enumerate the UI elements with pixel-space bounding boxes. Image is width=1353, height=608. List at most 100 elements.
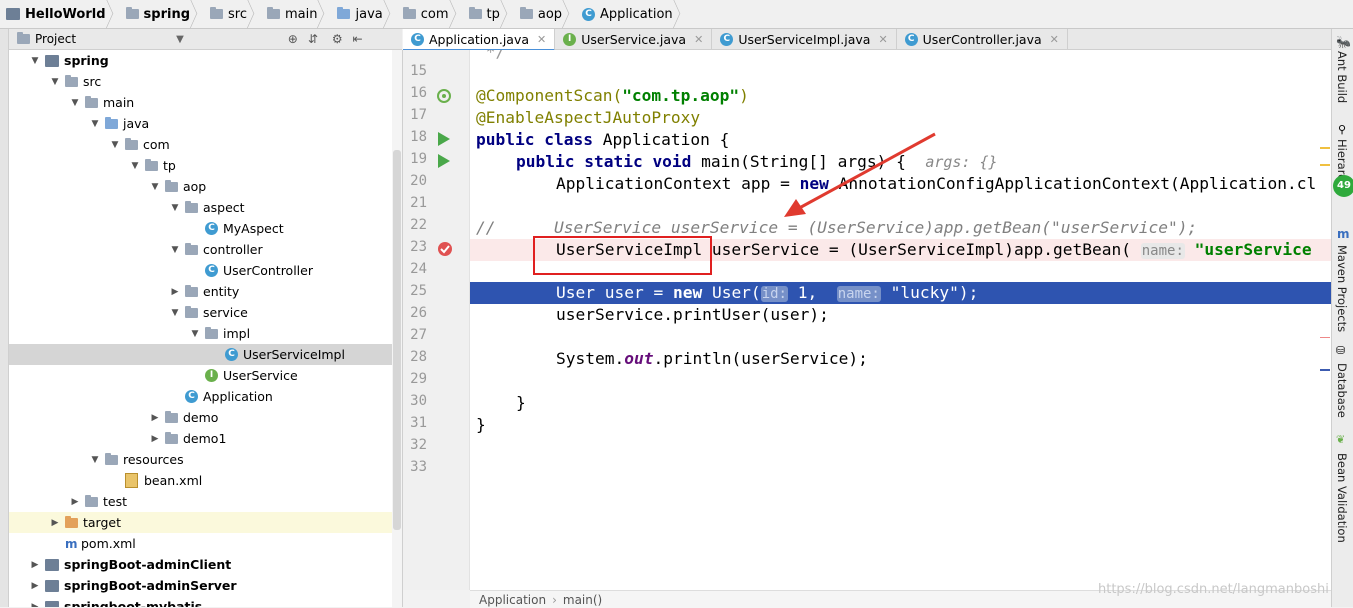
- tree-scrollbar-thumb[interactable]: [393, 150, 401, 530]
- close-icon[interactable]: ✕: [694, 33, 703, 46]
- collapse-icon[interactable]: ⇵: [308, 32, 318, 46]
- tree-item[interactable]: ▼ resources: [9, 449, 402, 470]
- tab-userservice-java[interactable]: I UserService.java ✕: [555, 29, 713, 49]
- tree-item[interactable]: m pom.xml: [9, 533, 402, 554]
- folder-icon: [468, 7, 482, 19]
- chevron-down-icon[interactable]: ▼: [49, 77, 61, 87]
- tab-usercontroller-java[interactable]: C UserController.java ✕: [897, 29, 1068, 49]
- tree-item[interactable]: ▶ entity: [9, 281, 402, 302]
- breakpoint-icon[interactable]: [437, 241, 453, 257]
- tree-item[interactable]: ▼ impl: [9, 323, 402, 344]
- chevron-down-icon[interactable]: ▼: [69, 98, 81, 108]
- close-icon[interactable]: ✕: [878, 33, 887, 46]
- editor-gutter[interactable]: 15 16 17 18 19 20 21 22 23 24 25 26 27 28 29 30 31 32 33: [403, 50, 470, 590]
- gear-icon[interactable]: ⚙: [332, 32, 343, 46]
- folder-icon: [185, 200, 198, 213]
- chevron-down-icon[interactable]: ▼: [189, 329, 201, 339]
- chevron-down-icon[interactable]: ▼: [29, 56, 41, 66]
- chevron-right-icon[interactable]: ▶: [149, 434, 161, 444]
- tab-userserviceimpl-java[interactable]: C UserServiceImpl.java ✕: [712, 29, 897, 49]
- tree-item[interactable]: ▼ aspect: [9, 197, 402, 218]
- breadcrumb-item-application[interactable]: C Application: [568, 0, 679, 28]
- tree-item[interactable]: C MyAspect: [9, 218, 402, 239]
- tree-item[interactable]: ▼ spring: [9, 50, 402, 71]
- tree-item[interactable]: ▼ controller: [9, 239, 402, 260]
- chevron-down-icon[interactable]: ▼: [129, 161, 141, 171]
- chevron-right-icon[interactable]: ▶: [29, 581, 41, 591]
- chevron-right-icon[interactable]: ▶: [29, 602, 41, 608]
- tool-ant-build[interactable]: Ant Build: [1335, 51, 1349, 103]
- right-tool-strip: 🐜 Ant Build ⚲ Hierarchy 49 m Maven Proje…: [1320, 29, 1353, 607]
- breadcrumb-item-aop[interactable]: aop: [506, 0, 568, 28]
- chevron-right-icon[interactable]: ▶: [49, 518, 61, 528]
- chevron-down-icon[interactable]: ▼: [169, 245, 181, 255]
- folder-icon: [85, 494, 98, 507]
- project-tree[interactable]: ▼ spring ▼ src ▼ main ▼ java ▼ com ▼ tp ▼ aop ▼ aspect C…: [9, 50, 403, 607]
- breadcrumb-item-src[interactable]: src: [196, 0, 253, 28]
- breadcrumb-item-main[interactable]: main: [253, 0, 323, 28]
- tree-item[interactable]: ▶ springBoot-adminClient: [9, 554, 402, 575]
- tab-application-java[interactable]: C Application.java ✕: [403, 29, 556, 51]
- error-stripe-error[interactable]: [1320, 337, 1330, 338]
- hide-icon[interactable]: ⇤: [353, 32, 363, 46]
- tree-item[interactable]: ▼ java: [9, 113, 402, 134]
- project-panel-title[interactable]: Project: [35, 32, 76, 46]
- chevron-right-icon[interactable]: ▶: [29, 560, 41, 570]
- breadcrumb-item-tp[interactable]: tp: [455, 0, 506, 28]
- tree-item[interactable]: ▶ springBoot-adminServer: [9, 575, 402, 596]
- breadcrumb-label: HelloWorld: [25, 6, 106, 22]
- code-editor[interactable]: */ @ComponentScan("com.tp.aop") @EnableA…: [470, 50, 1331, 590]
- chevron-right-icon[interactable]: ▶: [69, 497, 81, 507]
- excluded-folder-icon: [65, 515, 78, 528]
- tree-item[interactable]: ▶ springboot-mybatis: [9, 596, 402, 607]
- tree-item[interactable]: I UserService: [9, 365, 402, 386]
- chevron-down-icon[interactable]: ▼: [176, 34, 184, 45]
- error-stripe-warning[interactable]: [1320, 147, 1330, 149]
- folder-icon: [185, 284, 198, 297]
- breadcrumb-item-java[interactable]: java: [323, 0, 388, 28]
- tree-item[interactable]: ▼ main: [9, 92, 402, 113]
- tree-item[interactable]: ▼ com: [9, 134, 402, 155]
- breadcrumb-item-com[interactable]: com: [389, 0, 455, 28]
- close-icon[interactable]: ✕: [537, 33, 546, 46]
- tree-item[interactable]: ▶ test: [9, 491, 402, 512]
- tree-item[interactable]: ▼ src: [9, 71, 402, 92]
- tree-item[interactable]: ▼ tp: [9, 155, 402, 176]
- ant-icon: 🐜: [1336, 35, 1351, 49]
- breadcrumb-item-helloworld[interactable]: HelloWorld: [0, 0, 112, 28]
- tree-item[interactable]: C Application: [9, 386, 402, 407]
- breadcrumb-item-application[interactable]: Application: [479, 593, 546, 607]
- tool-bean-validation[interactable]: Bean Validation: [1335, 453, 1349, 543]
- line-number: 19: [410, 151, 427, 167]
- tree-scrollbar[interactable]: [392, 50, 402, 607]
- watermark: https://blog.csdn.net/langmanboshi: [1098, 582, 1329, 597]
- tree-item[interactable]: bean.xml: [9, 470, 402, 491]
- chevron-down-icon[interactable]: ▼: [169, 203, 181, 213]
- tree-item[interactable]: ▼ aop: [9, 176, 402, 197]
- chevron-right-icon[interactable]: ▶: [149, 413, 161, 423]
- tool-database[interactable]: Database: [1335, 363, 1349, 418]
- tree-item[interactable]: C UserServiceImpl: [9, 344, 402, 365]
- breadcrumb-item-spring[interactable]: spring: [112, 0, 196, 28]
- tree-item[interactable]: ▼ service: [9, 302, 402, 323]
- chevron-down-icon[interactable]: ▼: [109, 140, 121, 150]
- tool-maven-projects[interactable]: Maven Projects: [1335, 245, 1349, 332]
- run-icon[interactable]: [438, 154, 450, 168]
- chevron-down-icon[interactable]: ▼: [149, 182, 161, 192]
- target-icon[interactable]: ⊕: [288, 32, 298, 46]
- tree-item[interactable]: C UserController: [9, 260, 402, 281]
- chevron-down-icon[interactable]: ▼: [169, 308, 181, 318]
- breadcrumb-item-main[interactable]: main(): [563, 593, 602, 607]
- chevron-down-icon[interactable]: ▼: [89, 119, 101, 129]
- tree-item[interactable]: ▶ demo1: [9, 428, 402, 449]
- run-icon[interactable]: [438, 132, 450, 146]
- tree-item[interactable]: ▶ target: [9, 512, 402, 533]
- error-stripe-warning[interactable]: [1320, 164, 1330, 166]
- close-icon[interactable]: ✕: [1050, 33, 1059, 46]
- tree-item[interactable]: ▶ demo: [9, 407, 402, 428]
- inspection-badge[interactable]: 49: [1333, 175, 1353, 197]
- code-text: userService = (UserServiceImpl)app.getBe…: [702, 240, 1141, 259]
- chevron-down-icon[interactable]: ▼: [89, 455, 101, 465]
- spring-bean-icon[interactable]: [436, 88, 452, 104]
- chevron-right-icon[interactable]: ▶: [169, 287, 181, 297]
